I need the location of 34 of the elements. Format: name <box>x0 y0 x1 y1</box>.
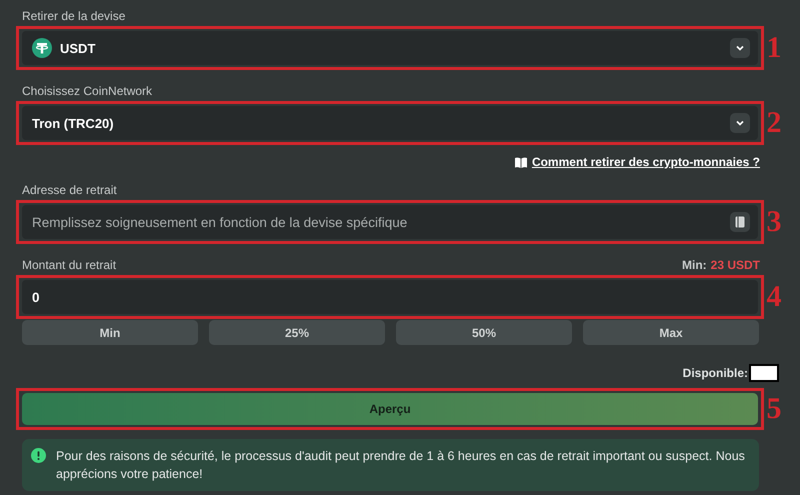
address-book-button[interactable] <box>730 212 750 232</box>
annotation-number: 2 <box>766 108 782 138</box>
address-field[interactable]: Remplissez soigneusement en fonction de la devise spécifique <box>22 205 758 239</box>
annotation-number: 3 <box>766 207 782 237</box>
dropdown-button[interactable] <box>730 113 750 133</box>
available-label: Disponible: <box>682 366 748 380</box>
notice-text: Pour des raisons de sécurité, le processus d'audit peut prendre de 1 à 6 heures en cas de retrait important ou suspect. Nous apprécions votre patience! <box>56 448 745 483</box>
min-amount: 23 USDT <box>710 258 760 272</box>
address-input[interactable]: Remplissez soigneusement en fonction de la devise spécifique <box>32 214 730 230</box>
field-label: Retirer de la devise <box>22 9 126 23</box>
amount-preset-button[interactable]: 25% <box>209 320 385 345</box>
dropdown-button[interactable] <box>730 38 750 58</box>
amount-preset-button[interactable]: Min <box>22 320 198 345</box>
preview-button[interactable]: Aperçu <box>22 393 758 425</box>
coin-icon <box>32 38 52 58</box>
amount-field[interactable]: 0 <box>22 280 758 314</box>
field-label: Montant du retrait <box>22 258 116 272</box>
currency-select[interactable]: USDT <box>22 31 758 65</box>
amount-preset-button[interactable]: 50% <box>396 320 572 345</box>
chevron-down-icon <box>736 120 744 126</box>
help-link[interactable]: Comment retirer des crypto-monnaies ? <box>532 155 760 169</box>
book-icon <box>514 156 527 168</box>
alert-icon <box>31 448 46 463</box>
min-label: Min: <box>682 258 707 272</box>
annotation-number: 5 <box>766 394 782 424</box>
notebook-icon <box>735 216 745 228</box>
field-label: Adresse de retrait <box>22 183 117 197</box>
field-label: Choisissez CoinNetwork <box>22 84 152 98</box>
amount-preset-button[interactable]: Max <box>583 320 759 345</box>
redaction-box <box>749 364 779 382</box>
annotation-number: 1 <box>766 33 782 63</box>
chevron-down-icon <box>736 45 744 51</box>
network-select[interactable]: Tron (TRC20) <box>22 106 758 140</box>
annotation-number: 4 <box>766 282 782 312</box>
